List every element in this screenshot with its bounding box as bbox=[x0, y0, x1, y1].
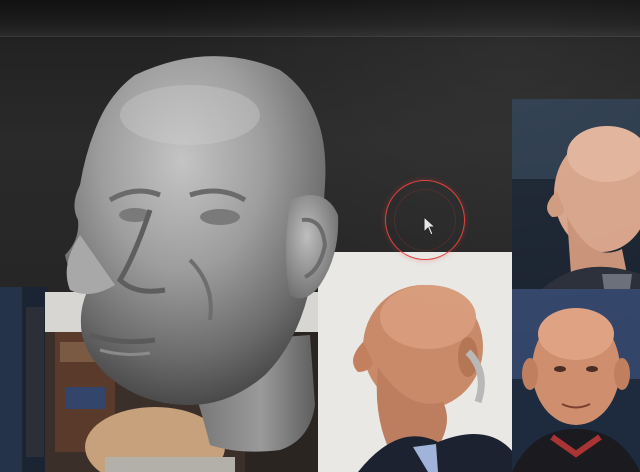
sculpted-head-model[interactable] bbox=[40, 45, 360, 465]
3d-viewport[interactable] bbox=[0, 37, 640, 472]
arrow-pointer-icon bbox=[423, 215, 437, 236]
reference-image-profile-right[interactable] bbox=[512, 99, 640, 289]
monitor-top-bezel bbox=[0, 0, 640, 36]
sculpting-app-window bbox=[0, 0, 640, 472]
reference-image-front-portrait[interactable] bbox=[512, 289, 640, 472]
